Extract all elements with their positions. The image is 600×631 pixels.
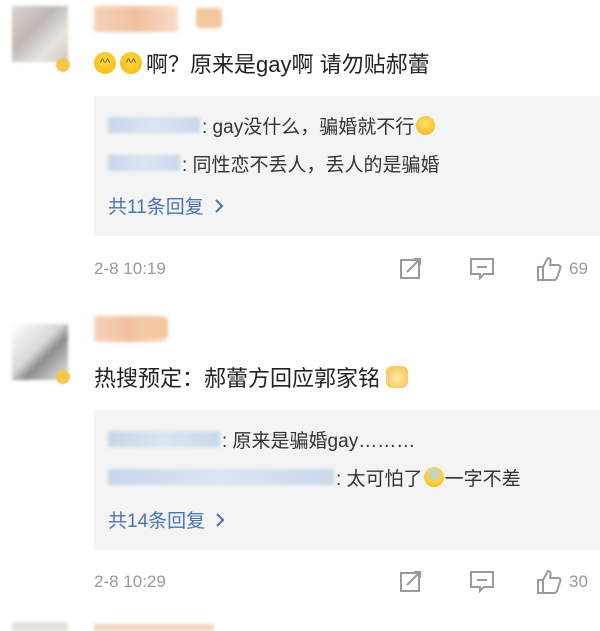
smile-emoji-icon	[416, 115, 436, 135]
chevron-right-icon	[216, 512, 225, 527]
timestamp: 2-8 10:29	[94, 572, 166, 591]
like-button[interactable]: 69	[535, 255, 588, 283]
more-replies-label: 共11条回复	[108, 197, 204, 218]
username[interactable]	[94, 6, 178, 32]
comment-text: ^^ ^^ 啊？原来是gay啊 请勿贴郝蕾	[94, 48, 430, 78]
reply-text-tail: 一字不差	[444, 468, 521, 490]
like-count: 69	[569, 259, 588, 278]
grinning-sweat-icon: ^^	[94, 52, 116, 74]
repost-button[interactable]	[398, 255, 424, 281]
reply-username[interactable]	[108, 155, 180, 171]
reply-preview-box[interactable]: : 原来是骗婚gay……… : 太可怕了 一字不差 共14条回复	[94, 410, 600, 550]
reply-button[interactable]	[468, 568, 496, 594]
reply-text: : gay没什么，骗婚就不行	[202, 116, 415, 138]
avatar[interactable]	[12, 6, 68, 62]
comment-footer: 2-8 10:29 30	[0, 568, 600, 598]
verified-badge-icon	[56, 58, 70, 72]
comment-icon	[470, 571, 494, 594]
reply-item[interactable]: : 太可怕了 一字不差	[108, 462, 521, 492]
like-button[interactable]: 30	[535, 568, 588, 596]
cat-emoji-icon	[386, 366, 409, 388]
like-count: 30	[569, 572, 588, 591]
reply-username[interactable]	[108, 117, 200, 133]
reply-item[interactable]: : gay没什么，骗婚就不行	[108, 110, 436, 140]
reply-item[interactable]: : 同性恋不丢人，丢人的是骗婚	[108, 148, 440, 178]
comment-footer: 2-8 10:19 69	[0, 255, 600, 285]
comment-body: 啊？原来是gay啊 请勿贴郝蕾	[146, 52, 430, 77]
next-comment-peek	[0, 618, 600, 631]
reply-button[interactable]	[468, 255, 496, 281]
user-level-badge	[142, 318, 168, 338]
grinning-sweat-icon: ^^	[120, 52, 142, 74]
repost-icon	[400, 258, 421, 279]
repost-button[interactable]	[398, 568, 424, 594]
reply-text: : 同性恋不丢人，丢人的是骗婚	[182, 154, 440, 176]
thumbs-up-icon	[537, 569, 562, 594]
verified-badge-icon	[56, 370, 70, 384]
view-more-replies-link[interactable]: 共11条回复	[108, 192, 224, 219]
timestamp: 2-8 10:19	[94, 259, 166, 278]
more-replies-label: 共14条回复	[108, 511, 206, 532]
chevron-right-icon	[215, 198, 224, 213]
comment-card: 热搜预定：郝蕾方回应郭家铭 : 原来是骗婚gay……… : 太可怕了 一字不差 …	[0, 312, 600, 612]
reply-username[interactable]	[108, 469, 334, 485]
comment-text: 热搜预定：郝蕾方回应郭家铭	[94, 362, 409, 392]
comment-icon	[470, 258, 494, 281]
reply-item[interactable]: : 原来是骗婚gay………	[108, 424, 415, 454]
reply-preview-box[interactable]: : gay没什么，骗婚就不行 : 同性恋不丢人，丢人的是骗婚 共11条回复	[94, 96, 600, 236]
comment-body: 热搜预定：郝蕾方回应郭家铭	[94, 366, 381, 391]
repost-icon	[400, 571, 421, 592]
thumbs-up-icon	[537, 256, 562, 281]
view-more-replies-link[interactable]: 共14条回复	[108, 506, 225, 533]
comment-card: ^^ ^^ 啊？原来是gay啊 请勿贴郝蕾 : gay没什么，骗婚就不行 : 同…	[0, 0, 600, 300]
reply-username[interactable]	[108, 431, 220, 447]
reply-text: : 原来是骗婚gay………	[222, 430, 416, 452]
user-level-badge	[196, 8, 222, 28]
fearful-face-icon	[423, 467, 444, 487]
reply-text: : 太可怕了	[336, 468, 423, 490]
